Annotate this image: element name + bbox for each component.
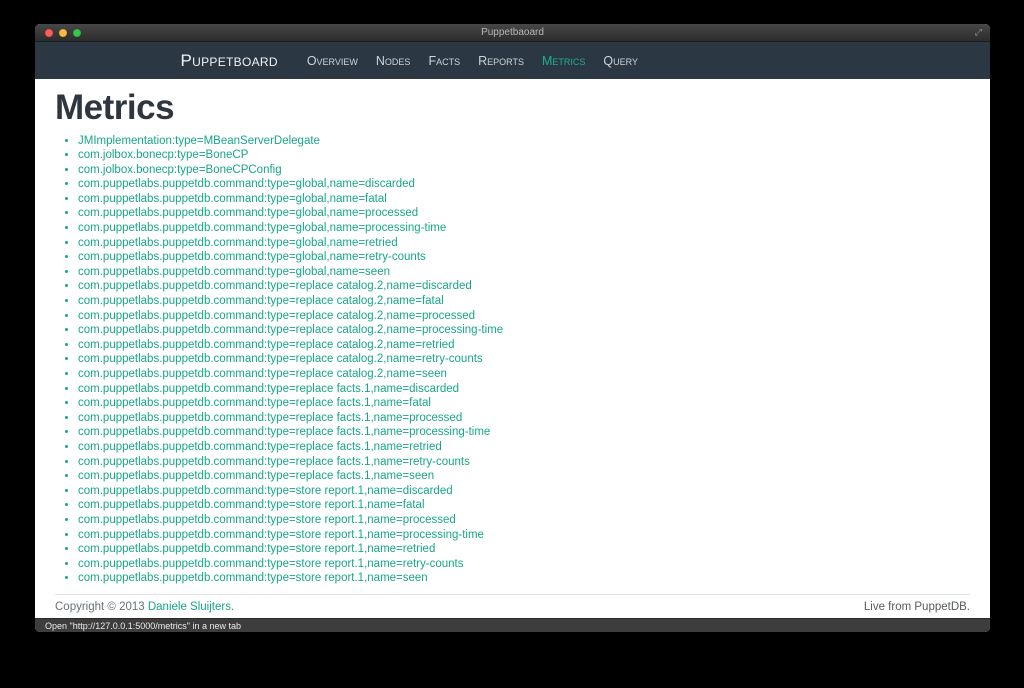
metric-list-item: com.jolbox.bonecp:type=BoneCPConfig bbox=[78, 163, 970, 178]
nav-link[interactable]: Facts bbox=[419, 54, 469, 68]
metric-list-item: com.puppetlabs.puppetdb.command:type=sto… bbox=[78, 528, 970, 543]
metric-link[interactable]: com.puppetlabs.puppetdb.command:type=rep… bbox=[78, 368, 447, 380]
window-titlebar[interactable]: Puppetbaoard ⤢ bbox=[35, 24, 990, 42]
metric-list-item: com.puppetlabs.puppetdb.command:type=sto… bbox=[78, 542, 970, 557]
metric-list-item: com.puppetlabs.puppetdb.command:type=glo… bbox=[78, 177, 970, 192]
nav-item-reports[interactable]: Reports bbox=[469, 42, 533, 79]
metric-link[interactable]: com.puppetlabs.puppetdb.command:type=rep… bbox=[78, 412, 462, 424]
nav-item-nodes[interactable]: Nodes bbox=[367, 42, 420, 79]
minimize-button[interactable] bbox=[59, 28, 67, 37]
metric-link[interactable]: com.puppetlabs.puppetdb.command:type=glo… bbox=[78, 193, 387, 205]
nav-item-overview[interactable]: Overview bbox=[298, 42, 367, 79]
brand-link[interactable]: Puppetboard bbox=[181, 51, 278, 71]
browser-window: Puppetbaoard ⤢ Puppetboard Overview Nodes… bbox=[35, 24, 990, 632]
traffic-lights bbox=[45, 24, 81, 41]
metric-link[interactable]: com.puppetlabs.puppetdb.command:type=sto… bbox=[78, 558, 463, 570]
footer-divider bbox=[55, 593, 970, 595]
copyright-text: Copyright © 2013 Daniele Sluijters. bbox=[55, 601, 234, 613]
metric-list-item: com.puppetlabs.puppetdb.command:type=glo… bbox=[78, 236, 970, 251]
metric-list-item: com.puppetlabs.puppetdb.command:type=glo… bbox=[78, 192, 970, 207]
metric-list-item: com.puppetlabs.puppetdb.command:type=rep… bbox=[78, 455, 970, 470]
metric-link[interactable]: JMImplementation:type=MBeanServerDelegat… bbox=[78, 135, 320, 147]
metric-list-item: com.puppetlabs.puppetdb.command:type=glo… bbox=[78, 250, 970, 265]
nav-item-query[interactable]: Query bbox=[594, 42, 647, 79]
page-footer: Copyright © 2013 Daniele Sluijters. Live… bbox=[55, 601, 970, 613]
author-link[interactable]: Daniele Sluijters bbox=[148, 601, 231, 613]
copyright-suffix: . bbox=[230, 600, 235, 613]
metric-link[interactable]: com.puppetlabs.puppetdb.command:type=rep… bbox=[78, 280, 472, 292]
metric-link[interactable]: com.puppetlabs.puppetdb.command:type=glo… bbox=[78, 237, 398, 249]
metric-list-item: com.puppetlabs.puppetdb.command:type=rep… bbox=[78, 382, 970, 397]
metric-link[interactable]: com.puppetlabs.puppetdb.command:type=rep… bbox=[78, 339, 455, 351]
metric-list-item: com.puppetlabs.puppetdb.command:type=rep… bbox=[78, 323, 970, 338]
status-bar-text: Open "http://127.0.0.1:5000/metrics" in … bbox=[45, 620, 242, 631]
nav-link[interactable]: Overview bbox=[298, 54, 367, 68]
metric-list-item: JMImplementation:type=MBeanServerDelegat… bbox=[78, 134, 970, 149]
window-title: Puppetbaoard bbox=[481, 27, 544, 38]
metric-link[interactable]: com.puppetlabs.puppetdb.command:type=rep… bbox=[78, 456, 470, 468]
metric-list-item: com.puppetlabs.puppetdb.command:type=rep… bbox=[78, 309, 970, 324]
metric-link[interactable]: com.puppetlabs.puppetdb.command:type=sto… bbox=[78, 499, 425, 511]
metric-link[interactable]: com.puppetlabs.puppetdb.command:type=rep… bbox=[78, 441, 442, 453]
metric-list-item: com.puppetlabs.puppetdb.command:type=rep… bbox=[78, 411, 970, 426]
app-navbar: Puppetboard Overview Nodes Facts Reports Met… bbox=[35, 42, 990, 79]
metric-link[interactable]: com.puppetlabs.puppetdb.command:type=glo… bbox=[78, 251, 426, 263]
metric-list-item: com.puppetlabs.puppetdb.command:type=rep… bbox=[78, 367, 970, 382]
page-content: Metrics JMImplementation:type=MBeanServe… bbox=[35, 79, 990, 618]
metric-link[interactable]: com.puppetlabs.puppetdb.command:type=glo… bbox=[78, 266, 390, 278]
metrics-list: JMImplementation:type=MBeanServerDelegat… bbox=[55, 134, 970, 586]
close-button[interactable] bbox=[45, 28, 53, 37]
metric-link[interactable]: com.puppetlabs.puppetdb.command:type=sto… bbox=[78, 572, 428, 584]
browser-status-bar: Open "http://127.0.0.1:5000/metrics" in … bbox=[35, 618, 990, 632]
metric-link[interactable]: com.puppetlabs.puppetdb.command:type=sto… bbox=[78, 529, 484, 541]
metric-link[interactable]: com.puppetlabs.puppetdb.command:type=rep… bbox=[78, 324, 503, 336]
metric-list-item: com.puppetlabs.puppetdb.command:type=rep… bbox=[78, 279, 970, 294]
nav-link[interactable]: Query bbox=[594, 54, 647, 68]
copyright-prefix: Copyright © 2013 bbox=[55, 600, 148, 613]
metric-link[interactable]: com.puppetlabs.puppetdb.command:type=rep… bbox=[78, 295, 444, 307]
navbar-menu: Overview Nodes Facts Reports Metrics Query bbox=[298, 42, 647, 79]
metric-list-item: com.puppetlabs.puppetdb.command:type=sto… bbox=[78, 557, 970, 572]
metric-list-item: com.puppetlabs.puppetdb.command:type=rep… bbox=[78, 396, 970, 411]
metric-link[interactable]: com.puppetlabs.puppetdb.command:type=rep… bbox=[78, 383, 459, 395]
navbar-container: Puppetboard Overview Nodes Facts Reports Met… bbox=[151, 42, 875, 79]
nav-item-facts[interactable]: Facts bbox=[419, 42, 469, 79]
metric-link[interactable]: com.puppetlabs.puppetdb.command:type=rep… bbox=[78, 310, 475, 322]
metric-list-item: com.jolbox.bonecp:type=BoneCP bbox=[78, 148, 970, 163]
resize-icon[interactable]: ⤢ bbox=[975, 24, 982, 41]
metric-link[interactable]: com.puppetlabs.puppetdb.command:type=glo… bbox=[78, 178, 415, 190]
metric-link[interactable]: com.puppetlabs.puppetdb.command:type=rep… bbox=[78, 397, 431, 409]
metric-link[interactable]: com.puppetlabs.puppetdb.command:type=glo… bbox=[78, 207, 418, 219]
metric-list-item: com.puppetlabs.puppetdb.command:type=rep… bbox=[78, 440, 970, 455]
metric-list-item: com.puppetlabs.puppetdb.command:type=rep… bbox=[78, 294, 970, 309]
metric-link[interactable]: com.puppetlabs.puppetdb.command:type=sto… bbox=[78, 485, 453, 497]
metric-list-item: com.puppetlabs.puppetdb.command:type=rep… bbox=[78, 338, 970, 353]
page-title: Metrics bbox=[55, 88, 175, 127]
zoom-button[interactable] bbox=[73, 28, 81, 37]
metric-list-item: com.puppetlabs.puppetdb.command:type=rep… bbox=[78, 425, 970, 440]
metric-link[interactable]: com.puppetlabs.puppetdb.command:type=glo… bbox=[78, 222, 446, 234]
metric-list-item: com.puppetlabs.puppetdb.command:type=sto… bbox=[78, 513, 970, 528]
nav-link[interactable]: Reports bbox=[469, 54, 533, 68]
metric-list-item: com.puppetlabs.puppetdb.command:type=sto… bbox=[78, 498, 970, 513]
metric-link[interactable]: com.jolbox.bonecp:type=BoneCP bbox=[78, 149, 248, 161]
nav-item-metrics[interactable]: Metrics bbox=[533, 42, 594, 79]
nav-link[interactable]: Metrics bbox=[533, 54, 594, 68]
metric-link[interactable]: com.jolbox.bonecp:type=BoneCPConfig bbox=[78, 164, 282, 176]
metric-list-item: com.puppetlabs.puppetdb.command:type=rep… bbox=[78, 352, 970, 367]
metric-link[interactable]: com.puppetlabs.puppetdb.command:type=sto… bbox=[78, 543, 435, 555]
live-from-puppetdb-text: Live from PuppetDB. bbox=[863, 600, 970, 613]
metric-list-item: com.puppetlabs.puppetdb.command:type=rep… bbox=[78, 469, 970, 484]
metric-link[interactable]: com.puppetlabs.puppetdb.command:type=sto… bbox=[78, 514, 456, 526]
nav-link[interactable]: Nodes bbox=[367, 54, 420, 68]
metric-list-item: com.puppetlabs.puppetdb.command:type=sto… bbox=[78, 484, 970, 499]
metric-list-item: com.puppetlabs.puppetdb.command:type=glo… bbox=[78, 221, 970, 236]
metric-link[interactable]: com.puppetlabs.puppetdb.command:type=rep… bbox=[78, 353, 483, 365]
metric-list-item: com.puppetlabs.puppetdb.command:type=glo… bbox=[78, 265, 970, 280]
metric-list-item: com.puppetlabs.puppetdb.command:type=sto… bbox=[78, 571, 970, 586]
metric-list-item: com.puppetlabs.puppetdb.command:type=glo… bbox=[78, 206, 970, 221]
metric-link[interactable]: com.puppetlabs.puppetdb.command:type=rep… bbox=[78, 470, 434, 482]
metric-link[interactable]: com.puppetlabs.puppetdb.command:type=rep… bbox=[78, 426, 490, 438]
